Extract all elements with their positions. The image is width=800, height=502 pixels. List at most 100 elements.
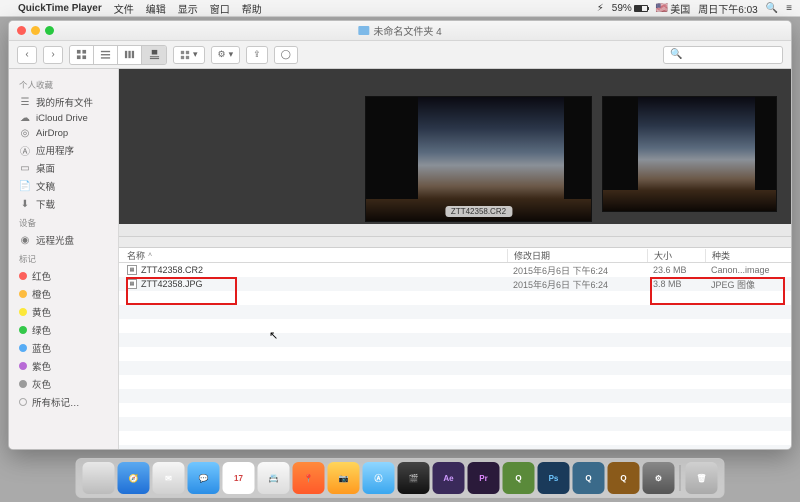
preview-thumbnail-selected[interactable]: ZTT42358.CR2 <box>365 96 592 222</box>
file-kind: Canon...image <box>705 265 791 275</box>
battery-status[interactable]: 59% <box>612 3 648 14</box>
sidebar-item-apps[interactable]: Ⓐ应用程序 <box>9 141 118 159</box>
titlebar[interactable]: 未命名文件夹 4 <box>9 21 791 41</box>
dock-item-safari[interactable]: 🧭 <box>118 462 150 494</box>
column-header-size[interactable]: 大小 <box>647 249 705 262</box>
sidebar-item-all-files[interactable]: ☰我的所有文件 <box>9 93 118 111</box>
sidebar-item-icloud[interactable]: ☁︎iCloud Drive <box>9 111 118 126</box>
dock-item-q3[interactable]: Q <box>608 462 640 494</box>
menu-edit[interactable]: 编辑 <box>146 1 166 16</box>
dock-item-ae[interactable]: Ae <box>433 462 465 494</box>
view-mode-segmented[interactable] <box>69 45 167 65</box>
tag-icon: ◯ <box>281 49 291 60</box>
mouse-cursor-icon: ↖ <box>269 329 278 342</box>
sidebar-tag-item[interactable]: 黄色 <box>9 303 118 321</box>
column-header-kind[interactable]: 种类 <box>705 249 791 262</box>
system-menubar: QuickTime Player 文件 编辑 显示 窗口 帮助 ⚡︎ 59% 🇺… <box>0 0 800 17</box>
search-field[interactable]: 🔍 <box>663 46 783 64</box>
folder-icon <box>358 26 369 35</box>
menubar-app-name[interactable]: QuickTime Player <box>18 3 102 14</box>
share-icon: ⇪ <box>253 49 261 60</box>
sidebar-tag-item[interactable]: 灰色 <box>9 375 118 393</box>
dock-item-q1[interactable]: Q <box>503 462 535 494</box>
path-bar <box>119 236 791 248</box>
dock-item-photos[interactable]: 📷 <box>328 462 360 494</box>
sort-ascending-icon: ˄ <box>148 252 152 259</box>
dock-item-contacts[interactable]: 📇 <box>258 462 290 494</box>
sidebar-item-label: 远程光盘 <box>36 233 74 247</box>
dock-item-trash[interactable]: 🗑 <box>686 462 718 494</box>
menu-view[interactable]: 显示 <box>178 1 198 16</box>
sidebar-item-airdrop[interactable]: ◎AirDrop <box>9 126 118 141</box>
dock-item-settings[interactable]: ⚙︎ <box>643 462 675 494</box>
coverflow-preview[interactable]: ZTT42358.CR2 <box>119 69 791 236</box>
sidebar-item-label: AirDrop <box>36 128 68 139</box>
dock-item-maps[interactable]: 📍 <box>293 462 325 494</box>
dock-item-ps[interactable]: Ps <box>538 462 570 494</box>
minimize-button[interactable] <box>31 26 40 35</box>
list-view-button[interactable] <box>94 46 118 64</box>
tag-color-dot <box>19 380 27 388</box>
wifi-icon[interactable]: ⚡︎ <box>597 3 604 14</box>
dock-item-fcp[interactable]: 🎬 <box>398 462 430 494</box>
icon-view-button[interactable] <box>70 46 94 64</box>
icloud-icon: ☁︎ <box>19 113 31 124</box>
coverflow-scrollbar[interactable] <box>119 224 791 236</box>
menu-file[interactable]: 文件 <box>114 1 134 16</box>
sidebar-item-downloads[interactable]: ⬇︎下载 <box>9 195 118 213</box>
column-header-date[interactable]: 修改日期 <box>507 249 647 262</box>
menu-help[interactable]: 帮助 <box>242 1 262 16</box>
finder-toolbar: ‹ › ▾ ⚙︎▾ ⇪ ◯ 🔍 <box>9 41 791 69</box>
tag-color-dot <box>19 272 27 280</box>
menubar-clock[interactable]: 周日下午6:03 <box>698 1 757 16</box>
tags-button[interactable]: ◯ <box>274 46 298 64</box>
notification-center-icon[interactable]: ≡ <box>786 3 792 14</box>
sidebar-item-label: 下载 <box>36 197 55 211</box>
gear-icon: ⚙︎ <box>218 49 226 60</box>
sidebar-tag-item[interactable]: 紫色 <box>9 357 118 375</box>
menu-window[interactable]: 窗口 <box>210 1 230 16</box>
file-row[interactable]: ▦ZTT42358.CR22015年6月6日 下午6:2423.6 MBCano… <box>119 263 791 277</box>
zoom-button[interactable] <box>45 26 54 35</box>
action-button[interactable]: ⚙︎▾ <box>211 46 241 64</box>
battery-icon <box>634 5 648 12</box>
coverflow-view-button[interactable] <box>142 46 166 64</box>
finder-window: 未命名文件夹 4 ‹ › ▾ ⚙︎▾ ⇪ ◯ 🔍 个人收藏 ☰我的所有文件☁︎i… <box>8 20 792 450</box>
dock-item-appstore[interactable]: Ⓐ <box>363 462 395 494</box>
search-input[interactable] <box>682 49 776 60</box>
sidebar-item-label: 桌面 <box>36 161 55 175</box>
tag-color-dot <box>19 362 27 370</box>
column-view-button[interactable] <box>118 46 142 64</box>
finder-sidebar: 个人收藏 ☰我的所有文件☁︎iCloud Drive◎AirDropⒶ应用程序▭… <box>9 69 119 449</box>
input-source[interactable]: 🇺🇸 美国 <box>656 1 690 16</box>
close-button[interactable] <box>17 26 26 35</box>
desktop-icon: ▭ <box>19 163 31 174</box>
column-header-name[interactable]: 名称˄ <box>119 249 507 262</box>
sidebar-item-remote-disc[interactable]: ◉远程光盘 <box>9 231 118 249</box>
sidebar-tag-item[interactable]: 红色 <box>9 267 118 285</box>
dock-item-messages[interactable]: 💬 <box>188 462 220 494</box>
sidebar-tag-item[interactable]: 蓝色 <box>9 339 118 357</box>
back-button[interactable]: ‹ <box>17 46 37 64</box>
dock-item-q2[interactable]: Q <box>573 462 605 494</box>
arrange-button[interactable]: ▾ <box>173 46 205 64</box>
dock-item-mail[interactable]: ✉︎ <box>153 462 185 494</box>
sidebar-item-documents[interactable]: 📄文稿 <box>9 177 118 195</box>
dock-item-calendar[interactable]: 17 <box>223 462 255 494</box>
spotlight-icon[interactable]: 🔍 <box>766 3 778 14</box>
sidebar-tag-item[interactable]: 绿色 <box>9 321 118 339</box>
file-name: ZTT42358.CR2 <box>141 265 203 275</box>
forward-button[interactable]: › <box>43 46 63 64</box>
tag-color-dot <box>19 344 27 352</box>
sidebar-header-tags: 标记 <box>9 249 118 267</box>
dock-item-pr[interactable]: Pr <box>468 462 500 494</box>
file-row[interactable]: ▦ZTT42358.JPG2015年6月6日 下午6:243.8 MBJPEG … <box>119 277 791 291</box>
sidebar-item-label: 红色 <box>32 269 51 283</box>
sidebar-tag-item[interactable]: 橙色 <box>9 285 118 303</box>
preview-thumbnail-next[interactable] <box>602 96 777 212</box>
sidebar-item-desktop[interactable]: ▭ 桌面 <box>9 159 118 177</box>
share-button[interactable]: ⇪ <box>246 46 268 64</box>
sidebar-tag-item[interactable]: 所有标记… <box>9 393 118 411</box>
dock-item-😀[interactable] <box>83 462 115 494</box>
file-name: ZTT42358.JPG <box>141 279 203 289</box>
